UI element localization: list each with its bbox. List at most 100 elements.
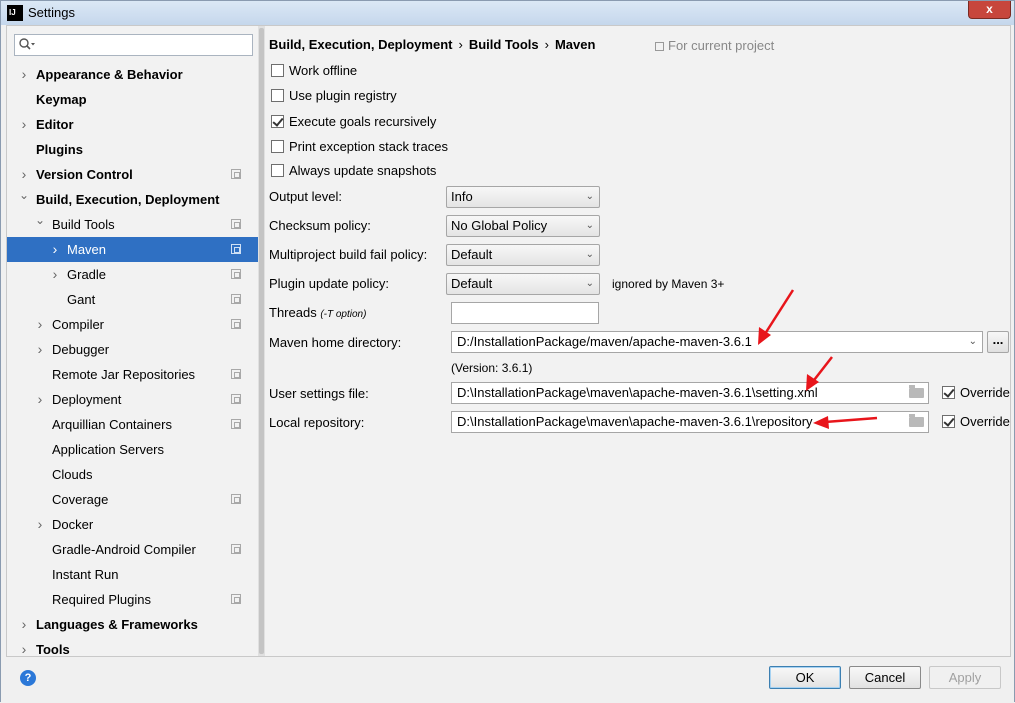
chevron-right-icon[interactable]: › <box>35 512 45 537</box>
maven-home-combo[interactable]: D:/InstallationPackage/maven/apache-mave… <box>451 331 983 353</box>
sidebar-item-docker[interactable]: › Docker <box>7 512 258 537</box>
settings-search-input[interactable] <box>14 34 253 56</box>
checkbox-box[interactable] <box>271 64 284 77</box>
execute-goals-recursively-checkbox[interactable]: Execute goals recursively <box>271 114 436 132</box>
folder-icon[interactable] <box>909 414 924 427</box>
search-icon <box>19 38 35 50</box>
chevron-down-icon[interactable]: ⌄ <box>19 183 29 208</box>
checkbox-box[interactable] <box>271 89 284 102</box>
user-settings-override-checkbox[interactable]: Override <box>942 385 1010 400</box>
chevron-right-icon[interactable]: › <box>35 337 45 362</box>
print-exception-stack-traces-checkbox[interactable]: Print exception stack traces <box>271 139 448 157</box>
sidebar-item-label: Deployment <box>52 392 122 407</box>
output-level-dropdown[interactable]: Info ⌄ <box>446 186 600 208</box>
scrollbar-thumb[interactable] <box>259 28 264 654</box>
sidebar-item-label: Gradle <box>67 267 107 282</box>
sidebar-item-required-plugins[interactable]: Required Plugins <box>7 587 258 612</box>
ok-button[interactable]: OK <box>769 666 841 689</box>
sidebar-item-label: Languages & Frameworks <box>36 617 198 632</box>
sidebar-item-application-servers[interactable]: Application Servers <box>7 437 258 462</box>
sidebar-item-maven[interactable]: › Maven <box>7 237 258 262</box>
checkbox-box[interactable] <box>942 386 955 399</box>
sidebar-item-label: Version Control <box>36 167 133 182</box>
sidebar-item-debugger[interactable]: › Debugger <box>7 337 258 362</box>
plugin-update-note: ignored by Maven 3+ <box>612 277 725 291</box>
chevron-down-icon: ⌄ <box>585 249 594 260</box>
chevron-down-icon: ⌄ <box>585 220 594 231</box>
sidebar-item-keymap[interactable]: Keymap <box>7 87 258 112</box>
user-settings-input[interactable]: D:\InstallationPackage\maven\apache-mave… <box>451 382 929 404</box>
plugin-update-policy-dropdown[interactable]: Default ⌄ <box>446 273 600 295</box>
help-icon[interactable]: ? <box>20 670 36 686</box>
sidebar-item-coverage[interactable]: Coverage <box>7 487 258 512</box>
local-repository-override-checkbox[interactable]: Override <box>942 414 1010 429</box>
apply-button[interactable]: Apply <box>929 666 1001 689</box>
project-scope-icon <box>231 394 241 404</box>
project-scope-icon <box>231 269 241 279</box>
sidebar-item-label: Arquillian Containers <box>52 417 172 432</box>
chevron-down-icon[interactable]: ⌄ <box>35 208 45 233</box>
always-update-snapshots-checkbox[interactable]: Always update snapshots <box>271 163 436 181</box>
sidebar-item-editor[interactable]: › Editor <box>7 112 258 137</box>
chevron-right-icon[interactable]: › <box>19 112 29 137</box>
sidebar-item-label: Keymap <box>36 92 87 107</box>
cancel-button[interactable]: Cancel <box>849 666 921 689</box>
sidebar-item-build-tools[interactable]: ⌄ Build Tools <box>7 212 258 237</box>
plugin-update-policy-label: Plugin update policy: <box>269 276 389 291</box>
local-repository-input[interactable]: D:\InstallationPackage\maven\apache-mave… <box>451 411 929 433</box>
sidebar-item-instant-run[interactable]: Instant Run <box>7 562 258 587</box>
user-settings-label: User settings file: <box>269 386 369 401</box>
threads-input[interactable] <box>451 302 599 324</box>
sidebar-item-plugins[interactable]: Plugins <box>7 137 258 162</box>
title-bar[interactable]: IJ Settings x <box>1 1 1014 25</box>
threads-hint: (-T option) <box>320 309 367 320</box>
checkbox-box[interactable] <box>271 164 284 177</box>
sidebar-item-languages-frameworks[interactable]: › Languages & Frameworks <box>7 612 258 637</box>
sidebar-item-label: Coverage <box>52 492 109 507</box>
intellij-app-icon: IJ <box>7 5 23 21</box>
maven-home-browse-button[interactable]: ... <box>987 331 1009 353</box>
close-button[interactable]: x <box>968 1 1011 19</box>
sidebar-item-appearance-behavior[interactable]: › Appearance & Behavior <box>7 62 258 87</box>
sidebar-item-gant[interactable]: Gant <box>7 287 258 312</box>
chevron-right-icon[interactable]: › <box>50 262 60 287</box>
chevron-right-icon[interactable]: › <box>19 62 29 87</box>
checksum-policy-label: Checksum policy: <box>269 218 371 233</box>
project-scope-icon <box>231 319 241 329</box>
chevron-right-icon[interactable]: › <box>35 387 45 412</box>
sidebar-item-label: Application Servers <box>52 442 164 457</box>
sidebar-item-arquillian-containers[interactable]: Arquillian Containers <box>7 412 258 437</box>
sidebar-item-deployment[interactable]: › Deployment <box>7 387 258 412</box>
sidebar-item-gradle[interactable]: › Gradle <box>7 262 258 287</box>
sidebar-item-gradle-android-compiler[interactable]: Gradle-Android Compiler <box>7 537 258 562</box>
use-plugin-registry-checkbox[interactable]: Use plugin registry <box>271 88 397 106</box>
sidebar-item-label: Gant <box>67 292 96 307</box>
breadcrumb-build-execution: Build, Execution, Deployment <box>269 37 453 52</box>
checkbox-box[interactable] <box>942 415 955 428</box>
checkbox-box[interactable] <box>271 140 284 153</box>
checkbox-box[interactable] <box>271 115 284 128</box>
chevron-right-icon[interactable]: › <box>50 237 60 262</box>
chevron-right-icon[interactable]: › <box>35 312 45 337</box>
checksum-policy-dropdown[interactable]: No Global Policy ⌄ <box>446 215 600 237</box>
sidebar-item-version-control[interactable]: › Version Control <box>7 162 258 187</box>
project-scope-icon <box>231 369 241 379</box>
window-title: Settings <box>28 5 75 20</box>
sidebar-item-clouds[interactable]: Clouds <box>7 462 258 487</box>
breadcrumb: Build, Execution, Deployment › Build Tools… <box>269 37 595 52</box>
sidebar-item-remote-jar-repositories[interactable]: Remote Jar Repositories <box>7 362 258 387</box>
sidebar-item-label: Required Plugins <box>52 592 152 607</box>
work-offline-checkbox[interactable]: Work offline <box>271 63 357 81</box>
sidebar-item-label: Gradle-Android Compiler <box>52 542 196 557</box>
folder-icon[interactable] <box>909 385 924 398</box>
sidebar-item-compiler[interactable]: › Compiler <box>7 312 258 337</box>
sidebar-scrollbar[interactable] <box>258 26 265 656</box>
chevron-down-icon: ⌄ <box>585 191 594 202</box>
chevron-down-icon: ⌄ <box>585 278 594 289</box>
sidebar-item-label: Plugins <box>36 142 83 157</box>
chevron-right-icon[interactable]: › <box>19 612 29 637</box>
sidebar-item-label: Appearance & Behavior <box>36 67 183 82</box>
project-scope-icon <box>231 294 241 304</box>
multiproject-fail-policy-dropdown[interactable]: Default ⌄ <box>446 244 600 266</box>
chevron-down-icon: ⌄ <box>968 336 977 347</box>
